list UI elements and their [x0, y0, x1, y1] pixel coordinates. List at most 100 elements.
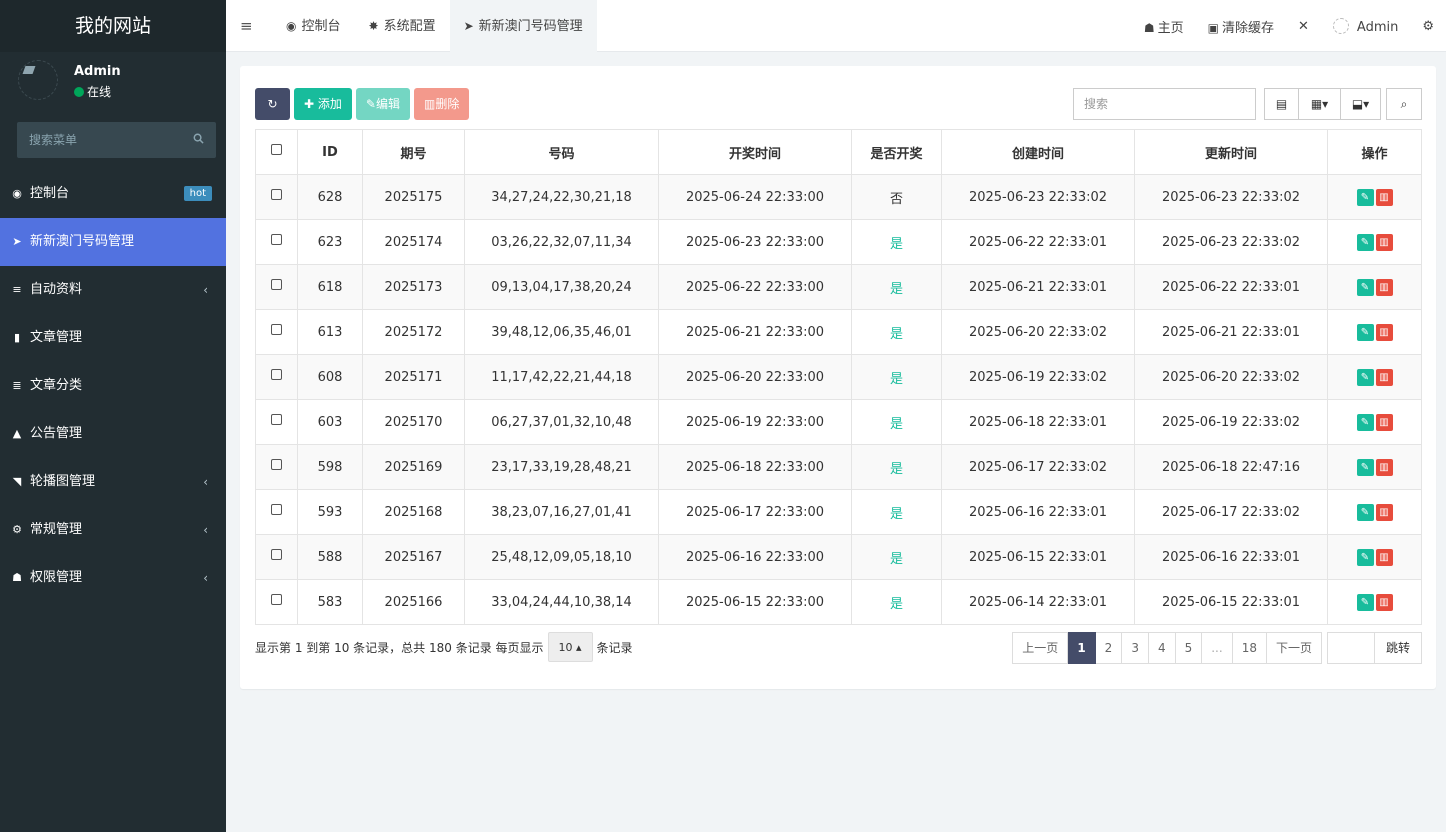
edit-row-button[interactable]: ✎: [1356, 233, 1374, 251]
user-menu[interactable]: Admin: [1321, 17, 1410, 35]
delete-row-button[interactable]: ▥: [1375, 368, 1393, 386]
sidebar-item[interactable]: ≣ 文章分类: [0, 362, 226, 410]
cell-numbers: 23,17,33,19,28,48,21: [464, 444, 659, 490]
table-row[interactable]: 613 2025172 39,48,12,06,35,46,01 2025-06-21…: [255, 309, 1422, 355]
col-created[interactable]: 创建时间: [941, 129, 1135, 175]
table-row[interactable]: 628 2025175 34,27,24,22,30,21,18 2025-06-24…: [255, 174, 1422, 220]
row-checkbox[interactable]: [271, 549, 282, 560]
sidebar-item[interactable]: ▮ 文章管理: [0, 314, 226, 362]
tab[interactable]: ✸ 系统配置: [355, 0, 450, 52]
sidebar-toggle-icon[interactable]: ≡: [240, 17, 253, 35]
delete-row-button[interactable]: ▥: [1375, 323, 1393, 341]
col-id[interactable]: ID: [297, 129, 363, 175]
edit-row-button[interactable]: ✎: [1356, 593, 1374, 611]
columns-dropdown-icon[interactable]: ▦▾: [1299, 88, 1341, 120]
table-row[interactable]: 623 2025174 03,26,22,32,07,11,34 2025-06-23…: [255, 219, 1422, 265]
row-checkbox[interactable]: [271, 324, 282, 335]
edit-row-button[interactable]: ✎: [1356, 323, 1374, 341]
sidebar-item[interactable]: ☗ 权限管理 ‹: [0, 554, 226, 602]
edit-row-button[interactable]: ✎: [1356, 413, 1374, 431]
table-row[interactable]: 598 2025169 23,17,33,19,28,48,21 2025-06-18…: [255, 444, 1422, 490]
home-label: 主页: [1157, 20, 1184, 36]
cell-id: 618: [297, 264, 363, 310]
cogs-icon: ⚙: [12, 523, 22, 536]
delete-row-button[interactable]: ▥: [1375, 503, 1393, 521]
page-button[interactable]: 2: [1095, 632, 1123, 664]
advanced-search-icon[interactable]: ⌕: [1386, 88, 1422, 120]
refresh-icon: ↻: [267, 97, 278, 111]
row-checkbox[interactable]: [271, 234, 282, 245]
row-checkbox[interactable]: [271, 504, 282, 515]
delete-button[interactable]: ▥删除: [413, 88, 470, 120]
edit-row-button[interactable]: ✎: [1356, 278, 1374, 296]
jump-page-input[interactable]: [1326, 632, 1375, 664]
sidebar-item[interactable]: ▲ 公告管理: [0, 410, 226, 458]
table-row[interactable]: 593 2025168 38,23,07,16,27,01,41 2025-06-17…: [255, 489, 1422, 535]
table-row[interactable]: 618 2025173 09,13,04,17,38,20,24 2025-06-22…: [255, 264, 1422, 310]
cell-issue: 2025172: [362, 309, 465, 355]
page-size-dropdown[interactable]: 10 ▴: [547, 632, 593, 662]
row-checkbox[interactable]: [271, 414, 282, 425]
prev-page-button[interactable]: 上一页: [1012, 632, 1069, 664]
sidebar-item[interactable]: ◉ 控制台 hot: [0, 170, 226, 218]
cell-actions: ✎ ▥: [1327, 264, 1422, 310]
delete-row-button[interactable]: ▥: [1375, 458, 1393, 476]
tab[interactable]: ◉ 控制台: [272, 0, 355, 52]
sidebar-item[interactable]: ≡ 自动资料 ‹: [0, 266, 226, 314]
row-checkbox[interactable]: [271, 594, 282, 605]
row-select-cell: [255, 354, 298, 400]
page-button[interactable]: ...: [1202, 632, 1233, 664]
row-checkbox[interactable]: [271, 369, 282, 380]
row-checkbox[interactable]: [271, 459, 282, 470]
settings-gears-icon[interactable]: ⚙: [1410, 19, 1446, 34]
page-button[interactable]: 3: [1122, 632, 1149, 664]
edit-row-button[interactable]: ✎: [1356, 503, 1374, 521]
delete-row-button[interactable]: ▥: [1375, 548, 1393, 566]
table-row[interactable]: 588 2025167 25,48,12,09,05,18,10 2025-06-16…: [255, 534, 1422, 580]
clear-cache-link[interactable]: ▣ 清除缓存: [1196, 17, 1286, 36]
delete-row-button[interactable]: ▥: [1375, 593, 1393, 611]
table-row[interactable]: 583 2025166 33,04,24,44,10,38,14 2025-06-15…: [255, 579, 1422, 625]
page-button[interactable]: 18: [1232, 632, 1267, 664]
edit-row-button[interactable]: ✎: [1356, 368, 1374, 386]
sidebar-item[interactable]: ⚙ 常规管理 ‹: [0, 506, 226, 554]
data-table: ID 期号 号码 开奖时间 是否开奖 创建时间 更新时间 操作 628 20251…: [255, 129, 1422, 625]
toggle-view-icon[interactable]: ▤: [1264, 88, 1299, 120]
page-button[interactable]: 1: [1068, 632, 1096, 664]
edit-row-button[interactable]: ✎: [1356, 458, 1374, 476]
col-numbers[interactable]: 号码: [464, 129, 659, 175]
table-row[interactable]: 608 2025171 11,17,42,22,21,44,18 2025-06-20…: [255, 354, 1422, 400]
col-updated[interactable]: 更新时间: [1134, 129, 1328, 175]
next-page-button[interactable]: 下一页: [1266, 632, 1322, 664]
delete-row-button[interactable]: ▥: [1375, 233, 1393, 251]
delete-row-button[interactable]: ▥: [1375, 413, 1393, 431]
delete-row-button[interactable]: ▥: [1375, 278, 1393, 296]
export-dropdown-icon[interactable]: ⬓▾: [1341, 88, 1381, 120]
add-button[interactable]: ✚ 添加: [294, 88, 352, 120]
row-checkbox[interactable]: [271, 279, 282, 290]
tab[interactable]: ➤ 新新澳门号码管理: [449, 0, 597, 52]
edit-row-button[interactable]: ✎: [1356, 548, 1374, 566]
page-button[interactable]: 5: [1175, 632, 1203, 664]
sidebar-item[interactable]: ➤ 新新澳门号码管理: [0, 218, 226, 266]
search-icon[interactable]: [193, 133, 204, 144]
col-draw-time[interactable]: 开奖时间: [658, 129, 852, 175]
refresh-button[interactable]: ↻: [255, 88, 290, 120]
edit-button[interactable]: ✎编辑: [355, 88, 410, 120]
site-logo[interactable]: 我的网站: [0, 0, 226, 52]
col-issue[interactable]: 期号: [362, 129, 465, 175]
home-link[interactable]: ☗ 主页: [1132, 17, 1196, 36]
fullscreen-icon[interactable]: ✕: [1286, 19, 1321, 34]
jump-button[interactable]: 跳转: [1374, 632, 1422, 664]
edit-row-button[interactable]: ✎: [1356, 188, 1374, 206]
table-search-input[interactable]: [1073, 88, 1256, 120]
row-checkbox[interactable]: [271, 189, 282, 200]
select-all-checkbox[interactable]: [271, 144, 282, 155]
table-row[interactable]: 603 2025170 06,27,37,01,32,10,48 2025-06-19…: [255, 399, 1422, 445]
page-button[interactable]: 4: [1148, 632, 1176, 664]
chevron-left-icon: ‹: [203, 475, 208, 489]
sidebar-search-input[interactable]: [17, 122, 177, 158]
delete-row-button[interactable]: ▥: [1375, 188, 1393, 206]
col-drawn[interactable]: 是否开奖: [851, 129, 942, 175]
sidebar-item[interactable]: ◥ 轮播图管理 ‹: [0, 458, 226, 506]
